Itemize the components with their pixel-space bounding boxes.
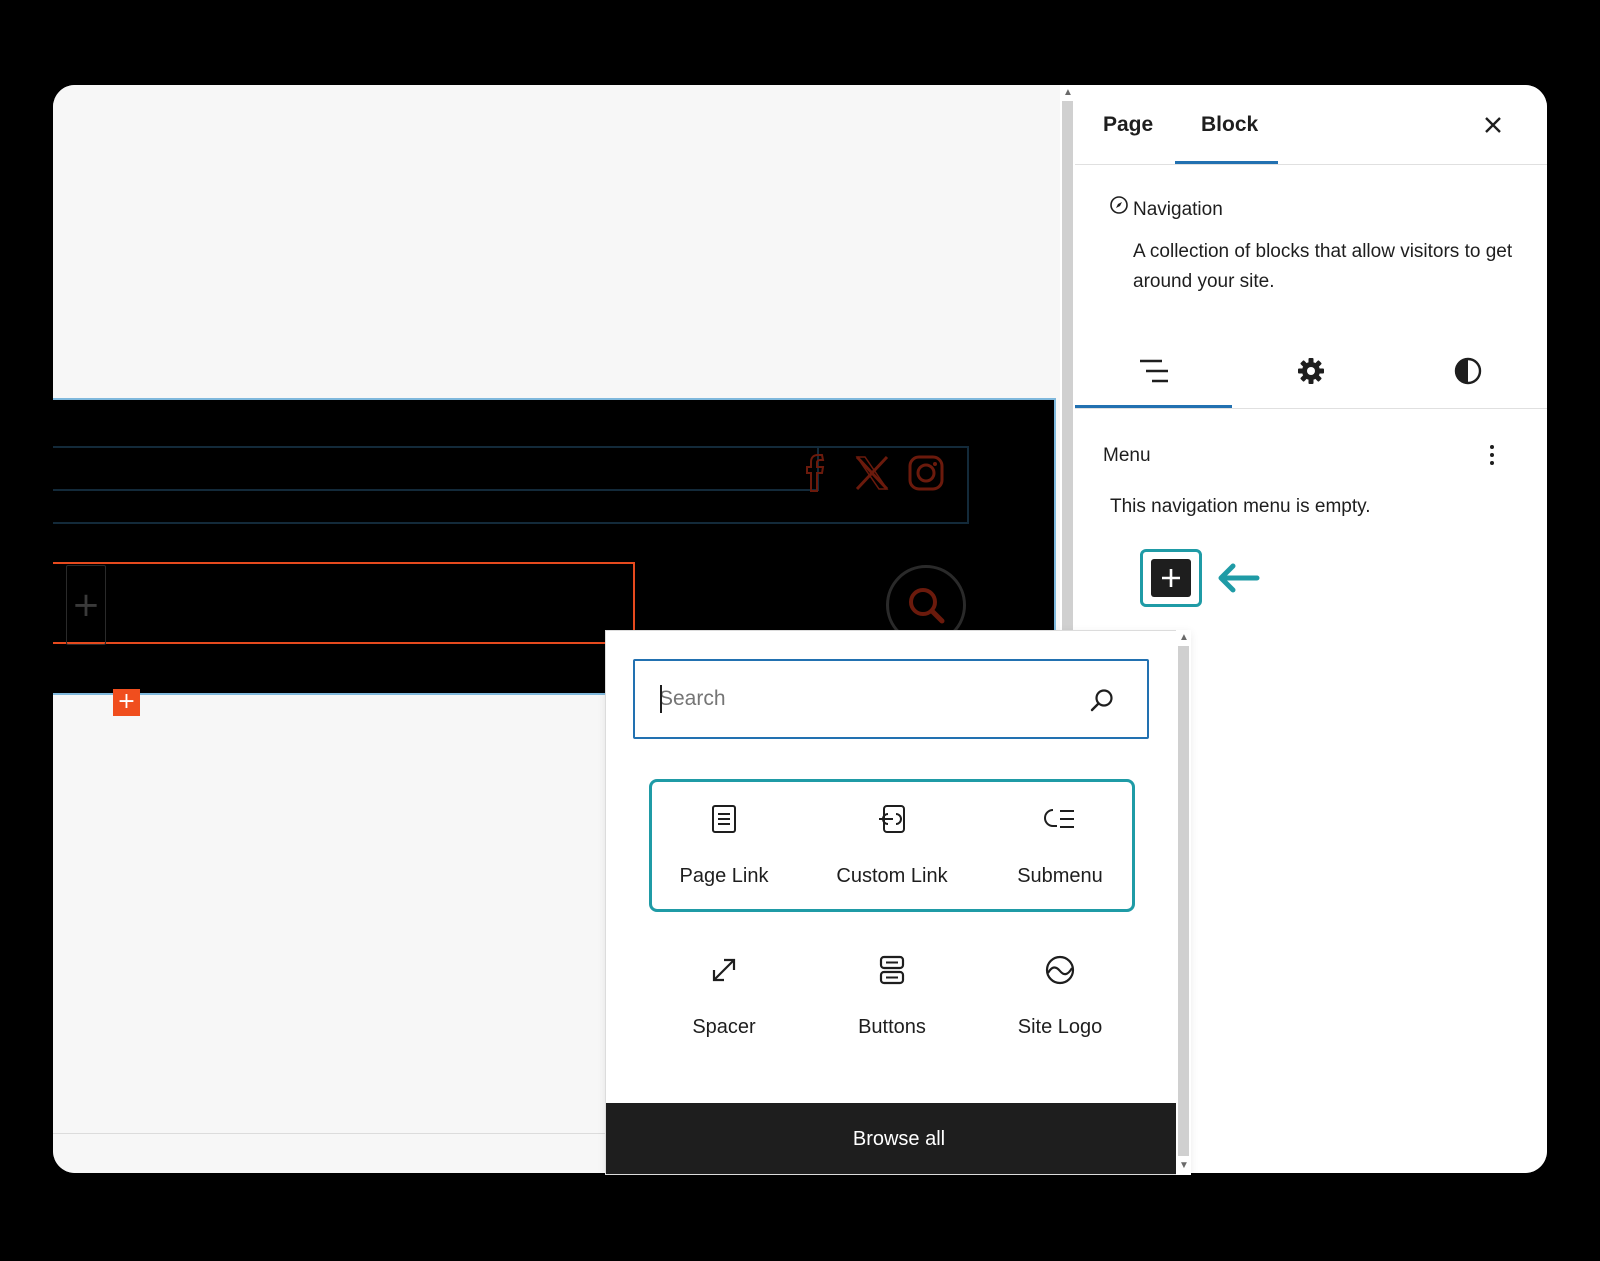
navigation-block[interactable] <box>53 562 635 644</box>
block-custom-link[interactable]: Custom Link <box>812 781 972 901</box>
plus-icon <box>1162 569 1180 587</box>
scroll-down-icon[interactable]: ▼ <box>1179 1160 1189 1171</box>
block-label: Page Link <box>679 865 769 887</box>
top-row-inner-group[interactable] <box>53 446 819 491</box>
dot-icon <box>1490 453 1494 457</box>
scroll-up-icon[interactable]: ▲ <box>1063 87 1073 98</box>
instagram-icon[interactable] <box>904 451 948 495</box>
arrow-left-icon <box>1218 563 1260 593</box>
scrollbar-thumb[interactable] <box>1178 646 1189 1156</box>
tab-list-view[interactable] <box>1075 351 1232 391</box>
block-label: Buttons <box>858 1016 926 1038</box>
inserter-search[interactable] <box>633 659 1149 739</box>
submenu-icon <box>1042 801 1078 837</box>
compass-icon <box>1109 195 1129 215</box>
block-site-logo[interactable]: Site Logo <box>980 932 1140 1052</box>
tab-styles[interactable] <box>1389 351 1546 391</box>
close-icon <box>1485 117 1501 133</box>
facebook-icon[interactable] <box>796 451 840 495</box>
buttons-icon <box>874 952 910 988</box>
browse-all-button[interactable]: Browse all <box>606 1103 1190 1174</box>
spacer-icon <box>706 952 742 988</box>
block-appender-button[interactable]: + <box>66 565 106 645</box>
add-block-highlight <box>1140 549 1202 607</box>
block-inserter-button[interactable]: + <box>113 689 140 716</box>
active-tab-indicator <box>1175 161 1278 164</box>
block-buttons[interactable]: Buttons <box>812 932 972 1052</box>
empty-menu-text: This navigation menu is empty. <box>1110 496 1371 517</box>
dot-icon <box>1490 461 1494 465</box>
more-options-button[interactable] <box>1480 437 1504 473</box>
custom-link-icon <box>874 801 910 837</box>
block-spacer[interactable]: Spacer <box>644 932 804 1052</box>
block-label: Spacer <box>692 1016 756 1038</box>
block-inspector-tabs <box>1075 335 1547 409</box>
tab-page[interactable]: Page <box>1103 113 1153 137</box>
block-label: Submenu <box>1017 865 1103 887</box>
sidebar-tabs: Page Block <box>1075 85 1547 165</box>
block-inserter-popover: Page Link Custom Link Submenu Spacer But… <box>605 630 1191 1175</box>
search-icon <box>1085 683 1119 717</box>
page-icon <box>706 801 742 837</box>
block-label: Custom Link <box>836 865 948 887</box>
tab-block[interactable]: Block <box>1201 113 1258 137</box>
menu-heading: Menu <box>1103 445 1151 466</box>
block-card-title: Navigation <box>1133 199 1223 220</box>
block-submenu[interactable]: Submenu <box>980 781 1140 901</box>
block-label: Site Logo <box>1017 1016 1103 1038</box>
contrast-icon <box>1454 357 1481 385</box>
list-view-icon <box>1139 359 1168 383</box>
active-subtab-indicator <box>1075 405 1232 408</box>
add-menu-item-button[interactable] <box>1151 559 1191 597</box>
site-logo-icon <box>1042 952 1078 988</box>
inserter-scrollbar[interactable]: ▲ ▼ <box>1176 630 1191 1175</box>
x-twitter-icon[interactable] <box>850 451 894 495</box>
text-caret <box>660 685 662 713</box>
gear-icon <box>1297 358 1324 384</box>
scroll-up-icon[interactable]: ▲ <box>1179 632 1189 643</box>
close-sidebar-button[interactable] <box>1475 107 1511 143</box>
block-page-link[interactable]: Page Link <box>644 781 804 901</box>
dot-icon <box>1490 445 1494 449</box>
block-card-description: A collection of blocks that allow visito… <box>1133 241 1513 292</box>
search-input[interactable] <box>659 681 1059 717</box>
tab-settings[interactable] <box>1232 351 1389 391</box>
